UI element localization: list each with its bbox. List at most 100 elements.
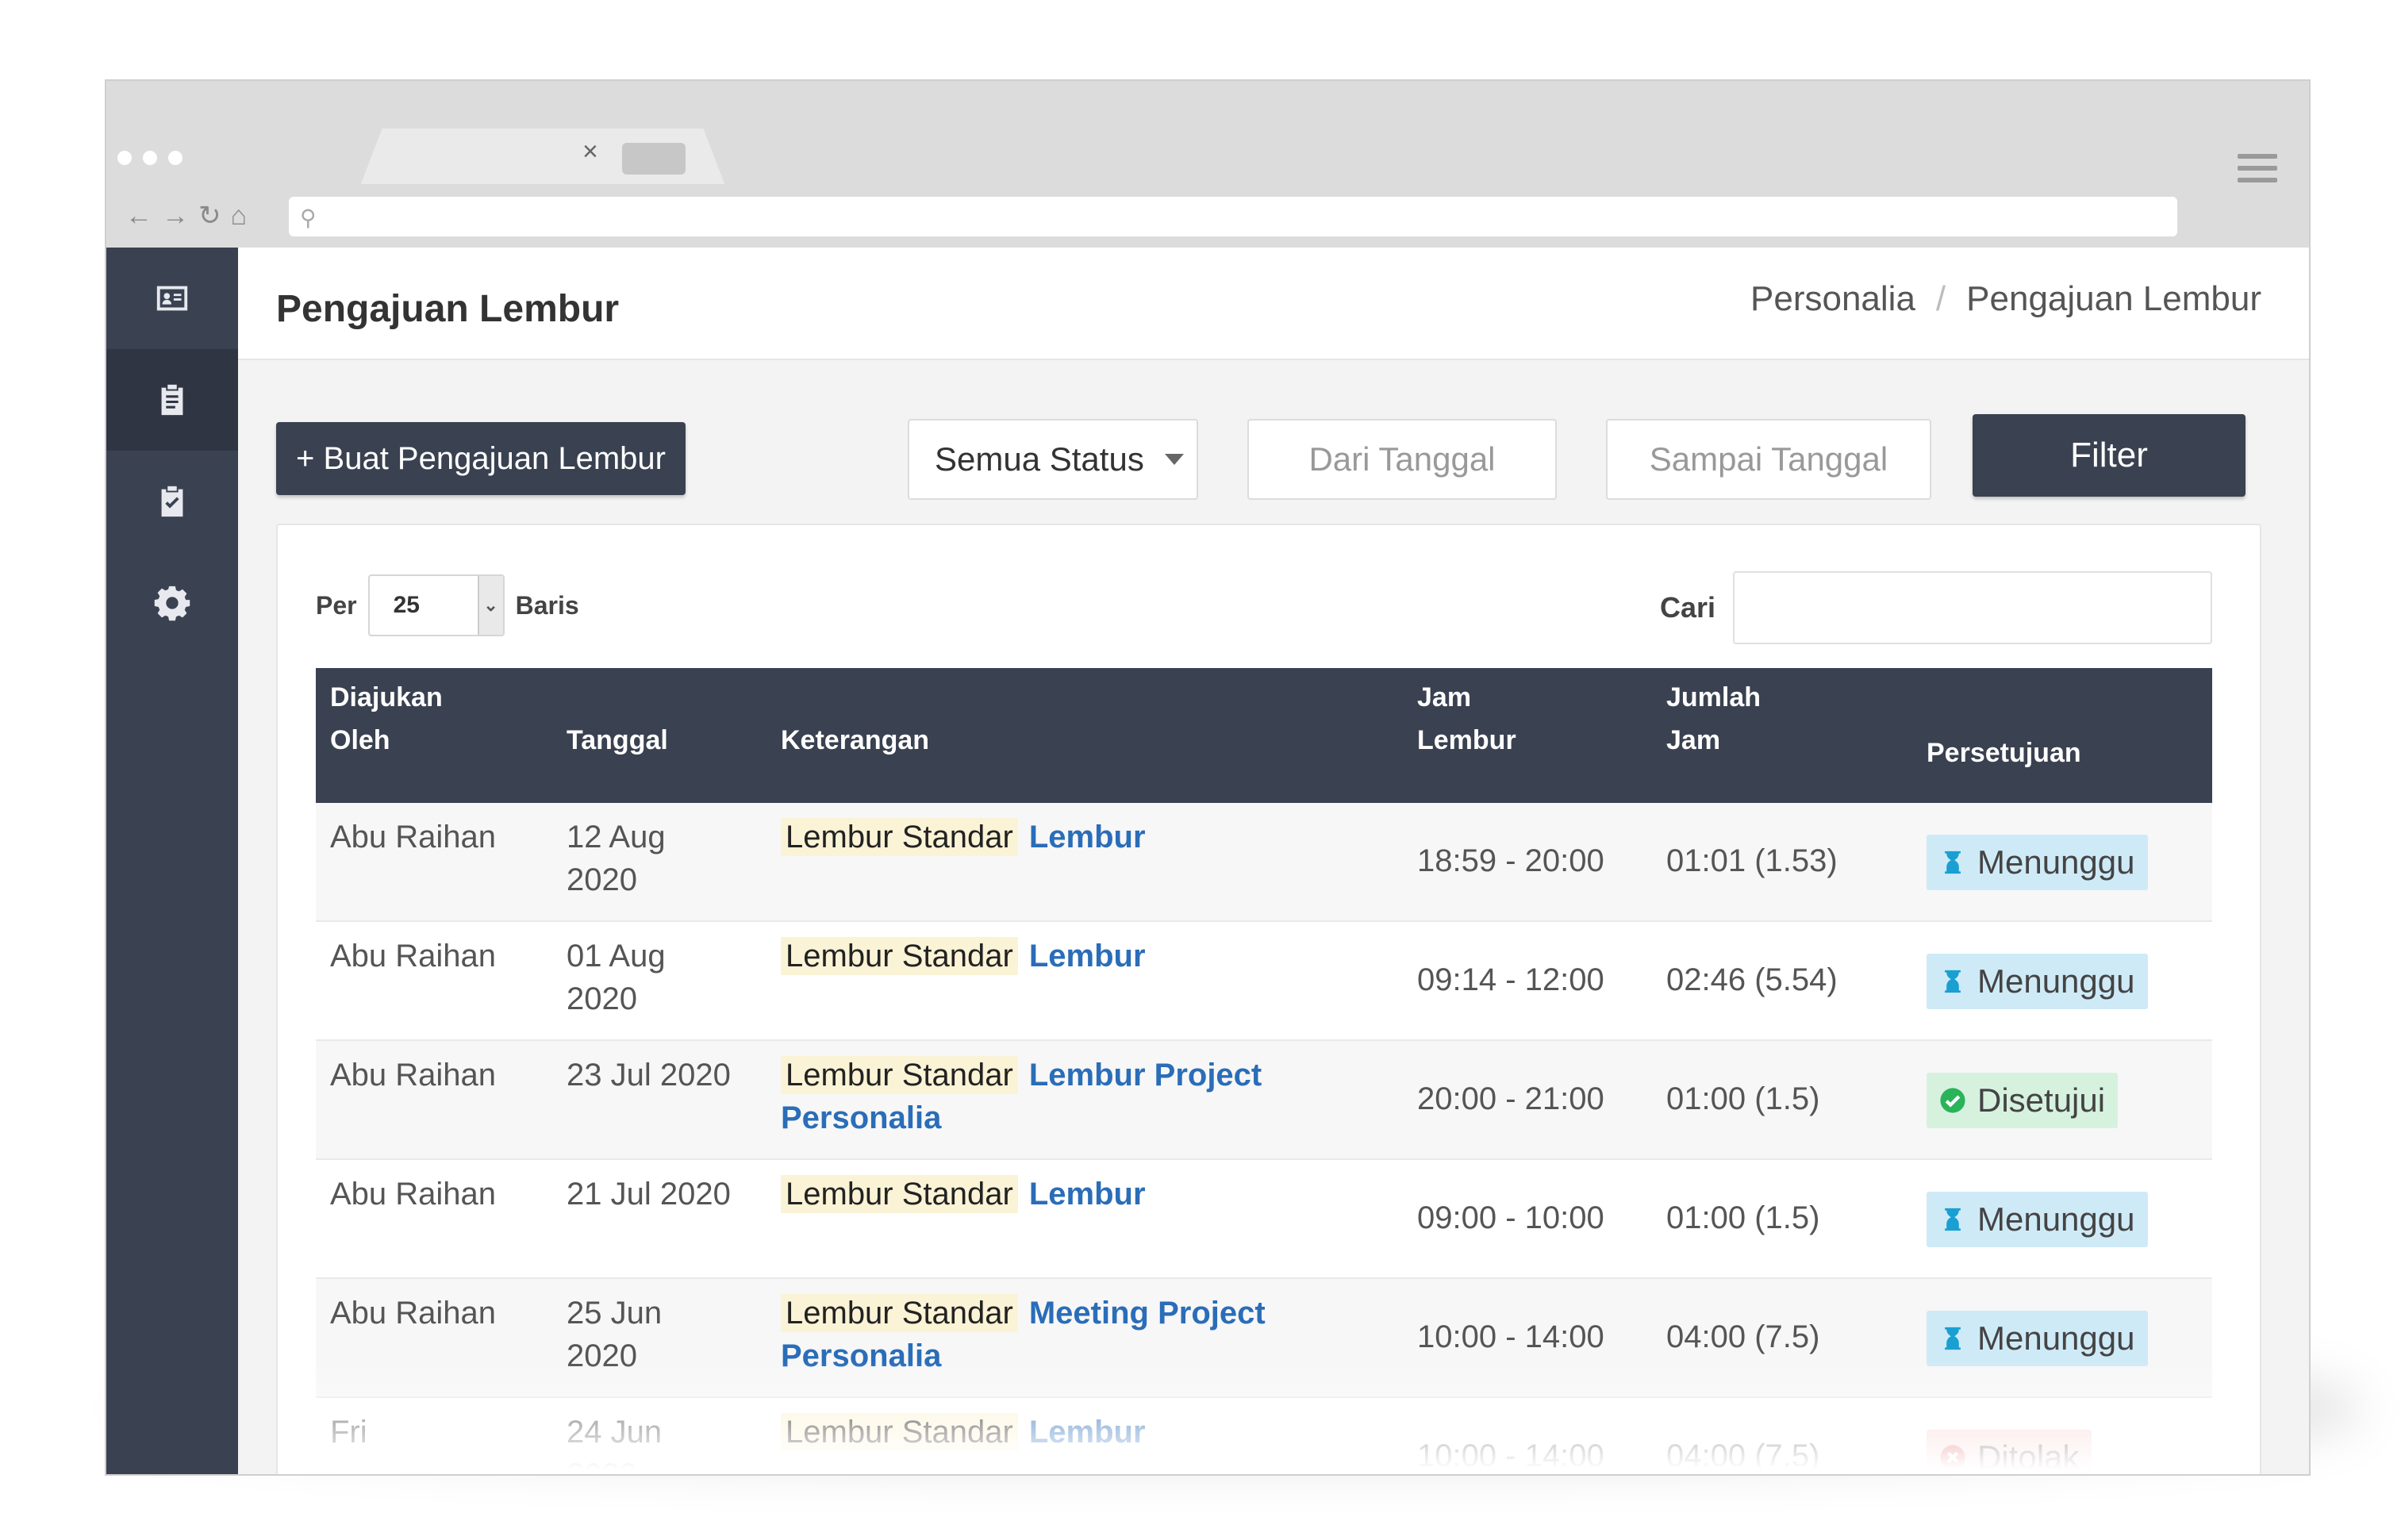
cell-submitted-by: Abu Raihan [330, 820, 497, 854]
check-circle-icon [1940, 1088, 1965, 1113]
table-card: Per 25 ⌄ Baris Cari Diajukan Oleh Tangga… [276, 524, 2261, 1474]
cell-submitted-by: Abu Raihan [330, 939, 497, 974]
cell-description: Lembur Standar Lembur [781, 1173, 1336, 1215]
cell-overtime-hours: 09:00 - 10:00 [1417, 1200, 1604, 1235]
cell-total-hours: 04:00 (7.5) [1666, 1319, 1820, 1354]
status-select-value: Semua Status [935, 440, 1144, 478]
sidebar-item-approvals[interactable] [106, 451, 238, 552]
cell-date: 21 Jul 2020 [567, 1177, 731, 1212]
cell-description: Lembur Standar Lembur [781, 935, 1336, 977]
breadcrumb-current: Pengajuan Lembur [1966, 279, 2261, 318]
new-tab-button[interactable] [622, 143, 686, 175]
cell-overtime-hours: 09:14 - 12:00 [1417, 962, 1604, 997]
window-dot[interactable] [143, 151, 157, 165]
sidebar-item-profile[interactable] [106, 248, 238, 349]
overtime-type-tag: Lembur Standar [781, 1056, 1018, 1094]
close-icon[interactable]: × [582, 136, 598, 167]
clipboard-check-icon [161, 486, 183, 517]
to-date-field[interactable]: Sampai Tanggal [1606, 419, 1931, 500]
table-row[interactable]: Abu Raihan 23 Jul 2020 Lembur Standar Lembu… [316, 1041, 2212, 1160]
cell-total-hours: 01:01 (1.53) [1666, 843, 1838, 878]
overtime-type-tag: Lembur Standar [781, 1175, 1018, 1213]
address-bar[interactable]: ⚲ [289, 197, 2177, 236]
browser-nav-bar: ←→↻⌂ ⚲ [106, 184, 2309, 248]
status-select[interactable]: Semua Status [908, 419, 1198, 500]
column-header-overtime-hours[interactable]: Jam Lembur [1417, 676, 1528, 762]
filter-toolbar: + Buat Pengajuan Lembur Semua Status Dar… [276, 406, 2261, 500]
browser-tab-bar: × [106, 81, 2309, 186]
search-label: Cari [1659, 591, 1715, 624]
filter-button[interactable]: Filter [1973, 414, 2246, 497]
window-dot[interactable] [168, 151, 182, 165]
browser-window: × ←→↻⌂ ⚲ Pengajuan Lembur Personalia / P… [105, 79, 2311, 1476]
chevron-down-icon [1164, 454, 1184, 465]
cell-total-hours: 01:00 (1.5) [1666, 1081, 1820, 1116]
cell-submitted-by: Abu Raihan [330, 1177, 497, 1212]
create-overtime-button[interactable]: + Buat Pengajuan Lembur [276, 422, 686, 495]
sidebar-item-overtime[interactable] [106, 349, 238, 451]
page-size-select[interactable]: 25 ⌄ [367, 574, 505, 636]
status-label: Menunggu [1977, 962, 2135, 1000]
overtime-type-tag: Lembur Standar [781, 818, 1018, 856]
home-icon[interactable]: ⌂ [231, 201, 257, 231]
page-title: Pengajuan Lembur [276, 288, 620, 330]
table-row[interactable]: Abu Raihan 21 Jul 2020 Lembur Standar Lembu… [316, 1160, 2212, 1279]
app-sidebar [106, 248, 238, 1474]
table-header: Diajukan Oleh Tanggal Keterangan Jam Lem… [316, 668, 2212, 803]
window-controls[interactable] [117, 151, 182, 165]
cell-overtime-hours: 18:59 - 20:00 [1417, 843, 1604, 878]
cell-description: Lembur Standar Lembur Project Personalia [781, 1054, 1336, 1139]
overtime-note-link[interactable]: Lembur [1029, 820, 1146, 854]
status-badge: Menunggu [1927, 835, 2148, 890]
cell-date: 12 Aug 2020 [567, 820, 666, 897]
cell-approval: Menunggu [1927, 954, 2148, 1009]
cell-approval: Disetujui [1927, 1073, 2119, 1128]
status-label: Menunggu [1977, 1200, 2135, 1238]
column-header-total-hours[interactable]: Jumlah Jam [1666, 676, 1777, 762]
table-row[interactable]: Abu Raihan 01 Aug 2020 Lembur Standar Lembu… [316, 922, 2212, 1041]
hourglass-icon [1945, 1208, 1961, 1231]
table-row[interactable]: Abu Raihan 12 Aug 2020 Lembur Standar Lembu… [316, 803, 2212, 922]
per-label: Per [316, 590, 357, 620]
search-icon: ⚲ [300, 205, 317, 230]
from-date-field[interactable]: Dari Tanggal [1247, 419, 1557, 500]
cell-description: Lembur Standar Lembur [781, 816, 1336, 858]
page-size-value: 25 [393, 592, 420, 618]
status-badge: Menunggu [1927, 1311, 2148, 1366]
cell-approval: Menunggu [1927, 835, 2148, 890]
breadcrumb-parent[interactable]: Personalia [1750, 279, 1915, 319]
column-header-approval[interactable]: Persetujuan [1927, 732, 2081, 774]
cell-date: 23 Jul 2020 [567, 1058, 731, 1093]
reload-icon[interactable]: ↻ [198, 201, 231, 231]
back-icon[interactable]: ← [125, 201, 162, 231]
status-label: Menunggu [1977, 843, 2135, 881]
chevron-down-icon[interactable]: ⌄ [477, 576, 503, 635]
sidebar-item-settings[interactable] [106, 552, 238, 654]
overtime-note-link[interactable]: Lembur [1029, 939, 1146, 974]
status-badge: Menunggu [1927, 954, 2148, 1009]
breadcrumb-separator: / [1935, 279, 1946, 318]
hourglass-icon [1945, 851, 1961, 874]
column-header-submitted-by[interactable]: Diajukan Oleh [330, 676, 473, 762]
cell-date: 01 Aug 2020 [567, 939, 666, 1016]
id-card-icon [156, 286, 188, 311]
status-label: Disetujui [1977, 1081, 2106, 1119]
overtime-note-link[interactable]: Lembur [1029, 1177, 1146, 1212]
forward-icon[interactable]: → [162, 201, 198, 231]
search-input[interactable] [1733, 571, 2212, 644]
clipboard-icon [161, 384, 183, 416]
status-label: Menunggu [1977, 1319, 2135, 1357]
cell-total-hours: 01:00 (1.5) [1666, 1200, 1820, 1235]
page-header: Pengajuan Lembur Personalia / Pengajuan … [238, 248, 2309, 360]
column-header-description[interactable]: Keterangan [781, 719, 929, 762]
main-content: Pengajuan Lembur Personalia / Pengajuan … [238, 248, 2309, 1474]
column-header-date[interactable]: Tanggal [567, 719, 668, 762]
hourglass-icon [1945, 970, 1961, 993]
cell-approval: Menunggu [1927, 1192, 2148, 1247]
status-badge: Menunggu [1927, 1192, 2148, 1247]
cell-submitted-by: Abu Raihan [330, 1058, 497, 1093]
nav-buttons[interactable]: ←→↻⌂ [125, 200, 256, 232]
window-dot[interactable] [117, 151, 132, 165]
rows-label: Baris [515, 590, 579, 620]
overtime-type-tag: Lembur Standar [781, 1294, 1018, 1332]
